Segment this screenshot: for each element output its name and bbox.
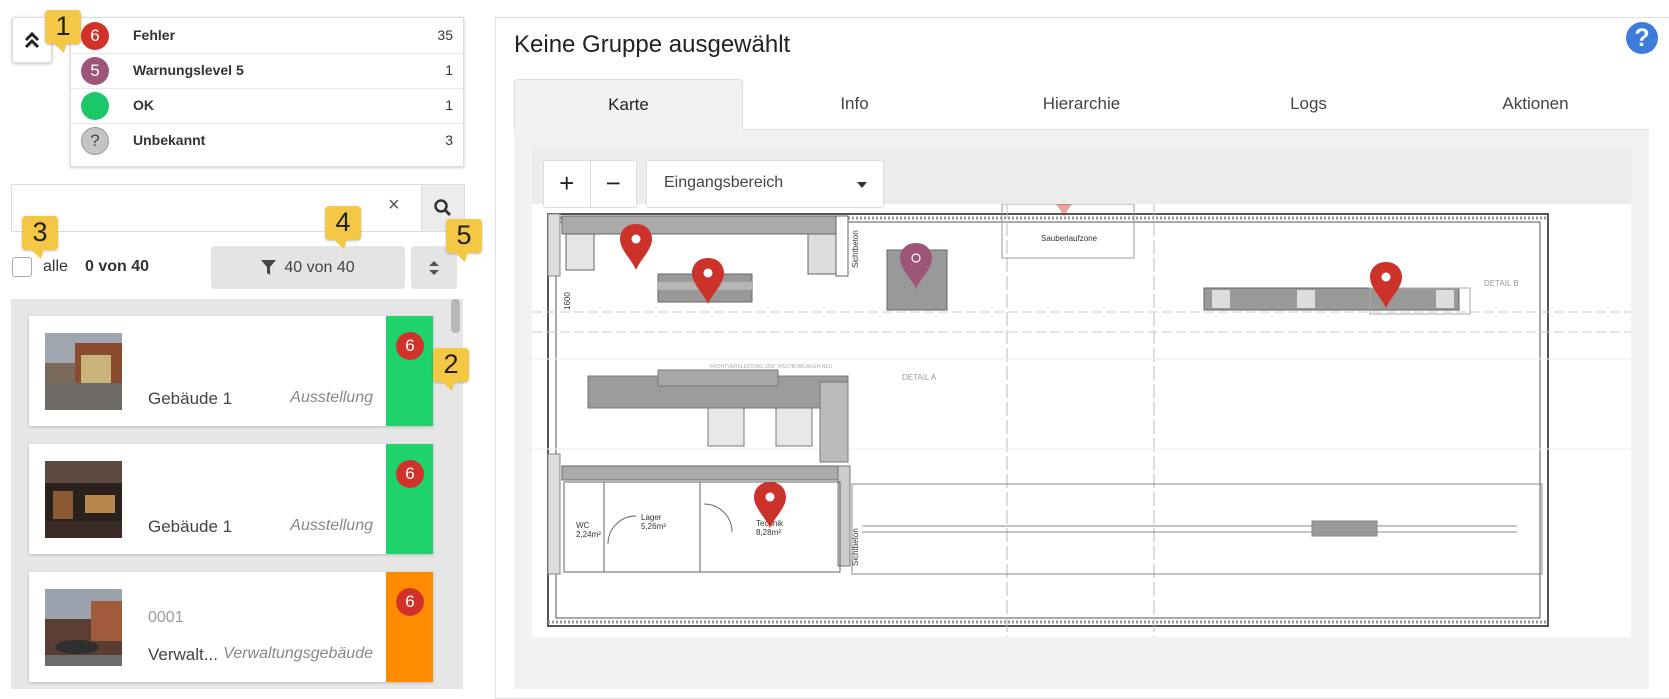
filter-label: 40 von 40 xyxy=(284,258,355,276)
floor-plan-drawing[interactable]: Sauberlaufzone WC 2,24m² Lager 5,26m² Te… xyxy=(532,204,1631,637)
item-status-bar: 6 xyxy=(386,316,433,426)
tutorial-badge-3: 3 xyxy=(22,216,58,250)
list-scrollbar[interactable] xyxy=(451,299,460,333)
error-status-icon: 6 xyxy=(396,332,424,360)
error-status-icon: 6 xyxy=(396,588,424,616)
item-type: Ausstellung xyxy=(290,389,373,406)
error-status-icon: 6 xyxy=(396,460,424,488)
map-label: Sichtbeton xyxy=(851,528,860,566)
zoom-out-button[interactable]: − xyxy=(589,161,637,207)
building-thumbnail xyxy=(45,333,122,410)
map-marker[interactable] xyxy=(620,224,652,270)
filter-icon xyxy=(261,259,277,275)
floor-select[interactable]: Eingangsbereich xyxy=(646,160,884,208)
status-count: 1 xyxy=(445,97,453,113)
status-row-warning[interactable]: 5 Warnungslevel 5 1 xyxy=(71,53,463,89)
ok-status-icon xyxy=(81,92,109,120)
zoom-controls: + − xyxy=(543,160,637,208)
map-label: DETAIL A xyxy=(902,373,937,382)
building-thumbnail xyxy=(45,461,122,538)
tab-hierarchie[interactable]: Hierarchie xyxy=(968,79,1195,129)
floor-select-value: Eingangsbereich xyxy=(664,174,784,191)
status-label: Fehler xyxy=(133,27,176,43)
select-all-label: alle xyxy=(43,258,68,275)
select-all-checkbox[interactable] xyxy=(12,257,32,277)
status-count: 3 xyxy=(445,132,453,148)
status-label: Unbekannt xyxy=(133,132,206,148)
tutorial-badge-4: 4 xyxy=(325,206,361,240)
status-summary: 6 Fehler 35 5 Warnungslevel 5 1 OK 1 ? U… xyxy=(70,17,464,167)
item-status-bar: 6 xyxy=(386,572,433,682)
item-type: Verwaltungsgebäude xyxy=(223,645,373,662)
tab-karte[interactable]: Karte xyxy=(514,79,743,130)
status-label: Warnungslevel 5 xyxy=(133,62,244,78)
error-status-icon: 6 xyxy=(81,22,109,50)
status-count: 1 xyxy=(445,62,453,78)
status-row-ok[interactable]: OK 1 xyxy=(71,88,463,124)
status-row-error[interactable]: 6 Fehler 35 xyxy=(71,18,463,54)
filter-button[interactable]: 40 von 40 xyxy=(211,246,405,289)
map-label: WC xyxy=(576,521,590,530)
map-label: Lager xyxy=(641,513,662,522)
double-chevron-up-icon xyxy=(24,31,40,49)
status-count: 35 xyxy=(437,27,453,43)
item-name: Verwalt... xyxy=(148,645,218,664)
item-status-bar: 6 xyxy=(386,444,433,554)
tutorial-badge-2: 2 xyxy=(433,348,469,382)
caret-down-icon xyxy=(857,182,867,188)
item-name: Gebäude 1 xyxy=(148,517,233,536)
status-row-unknown[interactable]: ? Unbekannt 3 xyxy=(71,123,463,158)
selection-count: 0 von 40 xyxy=(85,258,150,275)
map-label: Sauberlaufzone xyxy=(1041,234,1098,243)
map-label: 8,28m² xyxy=(756,528,781,537)
map-label: DETAIL B xyxy=(1484,279,1519,288)
search-icon xyxy=(434,199,451,216)
item-code: 0001 xyxy=(148,609,184,626)
status-label: OK xyxy=(133,97,154,113)
list-item[interactable]: Gebäude 1 Ausstellung 6 xyxy=(29,316,433,426)
unknown-status-icon: ? xyxy=(81,127,109,155)
map-label: 5,26m² xyxy=(641,522,666,531)
help-icon[interactable]: ? xyxy=(1626,22,1658,54)
map-label: FRONTVERKLEIDUNG UND TASCHENBLAGEN NEU xyxy=(710,364,833,370)
map-label: Sichtbeton xyxy=(851,230,860,268)
list-item[interactable]: 0001 Verwalt... Verwaltungsgebäude 6 xyxy=(29,572,433,682)
page-title: Keine Gruppe ausgewählt xyxy=(514,31,791,58)
tab-bar: Karte Info Hierarchie Logs Aktionen xyxy=(514,79,1649,130)
sort-icon xyxy=(429,260,439,275)
search-input[interactable] xyxy=(11,184,423,232)
tutorial-badge-1: 1 xyxy=(45,10,81,44)
tab-aktionen[interactable]: Aktionen xyxy=(1422,79,1649,129)
tab-info[interactable]: Info xyxy=(741,79,968,129)
item-name: Gebäude 1 xyxy=(148,389,233,408)
warning-status-icon: 5 xyxy=(81,57,109,85)
zoom-in-button[interactable]: + xyxy=(544,161,590,207)
map-label: 2,24m² xyxy=(576,530,601,539)
building-thumbnail xyxy=(45,589,122,666)
list-item[interactable]: Gebäude 1 Ausstellung 6 xyxy=(29,444,433,554)
item-type: Ausstellung xyxy=(290,517,373,534)
map-label: 1600 xyxy=(563,292,572,310)
clear-search-icon[interactable]: × xyxy=(388,194,400,217)
tab-logs[interactable]: Logs xyxy=(1195,79,1422,129)
tutorial-badge-5: 5 xyxy=(446,219,482,253)
map-marker[interactable] xyxy=(1048,204,1080,217)
